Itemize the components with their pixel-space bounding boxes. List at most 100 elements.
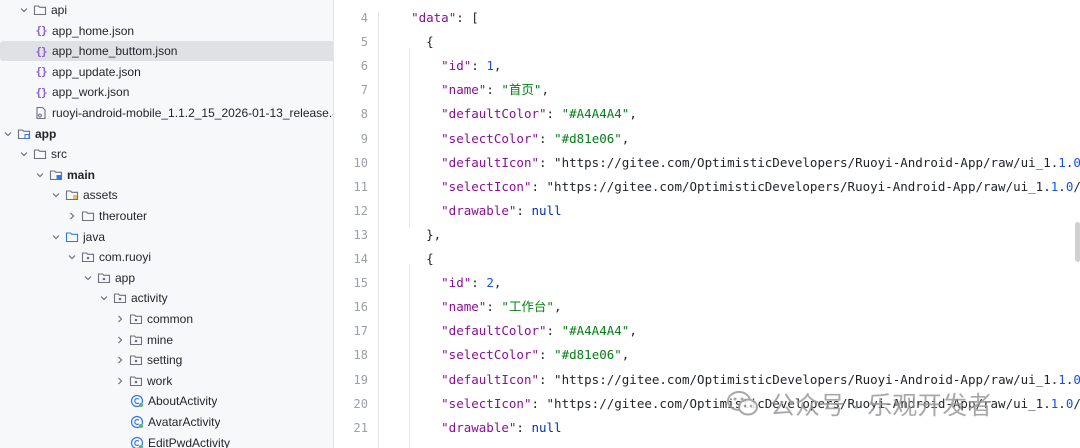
line-number: 13 <box>353 227 368 242</box>
resource-folder-icon <box>65 188 79 202</box>
line-number: 4 <box>360 11 368 25</box>
indent-guide <box>378 12 379 448</box>
tree-item[interactable]: activity <box>0 288 333 308</box>
code-line[interactable]: }, <box>396 223 441 247</box>
json-file-icon: {} <box>35 44 47 58</box>
tree-item-label: java <box>83 229 106 244</box>
chevron-down-icon[interactable] <box>98 292 110 304</box>
tree-item[interactable]: api <box>0 0 333 20</box>
class-icon <box>130 436 144 448</box>
line-number: 7 <box>360 83 368 98</box>
line-number: 14 <box>353 252 368 266</box>
code-line[interactable]: "id": 1, <box>396 54 501 78</box>
tree-item-label: src <box>51 147 67 162</box>
json-file-icon: {} <box>35 65 47 79</box>
tree-item[interactable]: app <box>0 268 333 288</box>
tree-item[interactable]: {} app_home.json <box>0 21 333 41</box>
tree-item-label: mine <box>147 332 174 347</box>
code-line[interactable]: { <box>396 247 434 271</box>
tree-item[interactable]: therouter <box>0 206 333 226</box>
tree-item[interactable]: src <box>0 144 333 164</box>
line-number: 16 <box>353 300 368 315</box>
watermark-text: 公众号 · 乐观开发者 <box>770 392 993 420</box>
tree-item[interactable]: java <box>0 227 333 247</box>
tree-item[interactable]: {} app_home_buttom.json <box>0 41 333 62</box>
tree-item-label: work <box>147 373 173 388</box>
folder-icon <box>81 209 95 223</box>
code-editor[interactable]: 4 5 6 7 8 9 10 11 12 13 14 15 16 17 18 19 20 21 "data": [… <box>334 0 1080 448</box>
source-folder-icon <box>65 230 79 244</box>
tree-item[interactable]: main <box>0 165 333 185</box>
tree-item[interactable]: setting <box>0 350 333 370</box>
tree-item-label: therouter <box>99 209 148 223</box>
tree-item-label: EditPwdActivity <box>148 435 231 448</box>
line-number: 11 <box>353 179 368 194</box>
chevron-right-icon[interactable] <box>114 334 126 346</box>
tree-item[interactable]: assets <box>0 185 333 205</box>
tree-item[interactable]: work <box>0 371 333 391</box>
tree-item[interactable]: {} app_work.json <box>0 82 333 102</box>
tree-item[interactable]: EditPwdActivity <box>0 433 333 448</box>
chevron-right-icon[interactable] <box>66 210 78 222</box>
line-number: 9 <box>360 131 368 146</box>
chevron-right-icon[interactable] <box>114 313 126 325</box>
tree-item-label: main <box>67 167 96 182</box>
chevron-right-icon[interactable] <box>114 375 126 387</box>
code-line[interactable]: "defaultIcon": "https://gitee.com/Optimi… <box>396 151 1080 175</box>
module-folder-icon <box>17 127 31 141</box>
tree-item-label: com.ruoyi <box>99 250 152 265</box>
code-line[interactable]: "selectColor": "#d81e06", <box>396 127 629 151</box>
package-icon <box>81 250 95 264</box>
tree-item-label: app <box>35 126 57 141</box>
code-line[interactable]: "selectColor": "#d81e06", <box>396 343 629 367</box>
code-line[interactable]: "defaultColor": "#A4A4A4", <box>396 319 637 343</box>
tree-item[interactable]: AvatarActivity <box>0 412 333 432</box>
json-file-icon: {} <box>35 24 47 38</box>
chevron-down-icon[interactable] <box>34 169 46 181</box>
chevron-down-icon[interactable] <box>50 231 62 243</box>
code-line[interactable]: "name": "工作台", <box>396 295 561 319</box>
chevron-down-icon[interactable] <box>66 251 78 263</box>
line-number: 10 <box>353 155 368 170</box>
tree-item[interactable]: common <box>0 309 333 329</box>
line-number: 17 <box>353 324 368 339</box>
line-number: 20 <box>353 396 368 411</box>
tree-item-label: AvatarActivity <box>148 415 221 429</box>
editor-scrollbar[interactable] <box>1075 222 1080 262</box>
code-line[interactable]: "id": 2, <box>396 271 501 295</box>
chevron-down-icon[interactable] <box>18 4 30 16</box>
code-line[interactable]: "drawable": null <box>396 199 561 223</box>
project-tree[interactable]: api {} app_home.json {} app_home_buttom.json… <box>0 0 333 448</box>
package-icon <box>113 291 127 305</box>
chevron-down-icon[interactable] <box>82 272 94 284</box>
folder-icon <box>33 147 47 161</box>
tree-item[interactable]: AboutActivity <box>0 391 333 411</box>
source-root-folder-icon <box>49 168 63 182</box>
tree-item-label: app_update.json <box>52 64 141 79</box>
chevron-down-icon[interactable] <box>2 128 14 140</box>
tree-item[interactable]: mine <box>0 330 333 350</box>
tree-item-label: api <box>51 3 68 17</box>
code-line[interactable]: "selectIcon": "https://gitee.com/Optimis… <box>396 175 1080 199</box>
code-line[interactable]: "name": "首页", <box>396 78 549 102</box>
tree-item-label: common <box>147 312 194 326</box>
chevron-down-icon[interactable] <box>50 189 62 201</box>
chevron-down-icon[interactable] <box>18 148 30 160</box>
tree-item[interactable]: {} app_update.json <box>0 62 333 82</box>
class-icon <box>130 415 144 429</box>
tree-item[interactable]: ruoyi-android-mobile_1.1.2_15_2026-01-13… <box>0 103 333 123</box>
code-line[interactable]: "data": [ <box>396 6 479 30</box>
code-line[interactable]: "defaultColor": "#A4A4A4", <box>396 102 637 126</box>
chevron-right-icon[interactable] <box>114 354 126 366</box>
tree-item[interactable]: app <box>0 124 333 144</box>
line-number: 18 <box>353 348 368 363</box>
code-line[interactable]: "drawable": null <box>396 416 561 440</box>
tree-item-label: app_work.json <box>52 85 130 100</box>
tree-item-label: AboutActivity <box>148 394 218 409</box>
package-icon <box>129 374 143 388</box>
line-number: 21 <box>353 420 368 435</box>
tree-item[interactable]: com.ruoyi <box>0 247 333 267</box>
code-line[interactable]: { <box>396 30 434 54</box>
tree-item-label: app_home.json <box>52 23 135 38</box>
package-icon <box>97 271 111 285</box>
